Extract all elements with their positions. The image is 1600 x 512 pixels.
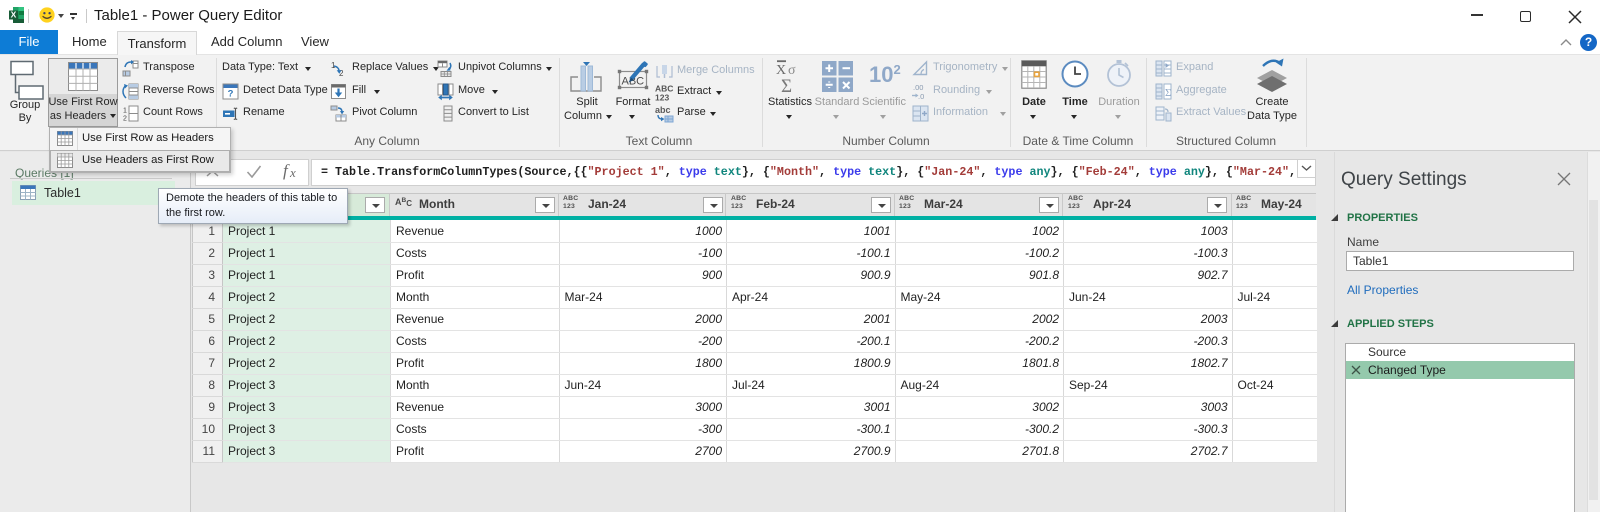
svg-text:.00: .00 xyxy=(913,83,923,92)
svg-text:2: 2 xyxy=(123,116,127,123)
svg-text:abc: abc xyxy=(655,105,671,115)
svg-text:Σ: Σ xyxy=(781,76,792,93)
svg-text:1: 1 xyxy=(123,108,127,115)
svg-text:.0: .0 xyxy=(918,92,924,100)
svg-text:?: ? xyxy=(228,89,234,100)
svg-text:1: 1 xyxy=(331,61,336,70)
svg-text:Σ: Σ xyxy=(1165,87,1171,99)
svg-text:123: 123 xyxy=(655,93,669,102)
svg-text:X: X xyxy=(11,10,17,20)
